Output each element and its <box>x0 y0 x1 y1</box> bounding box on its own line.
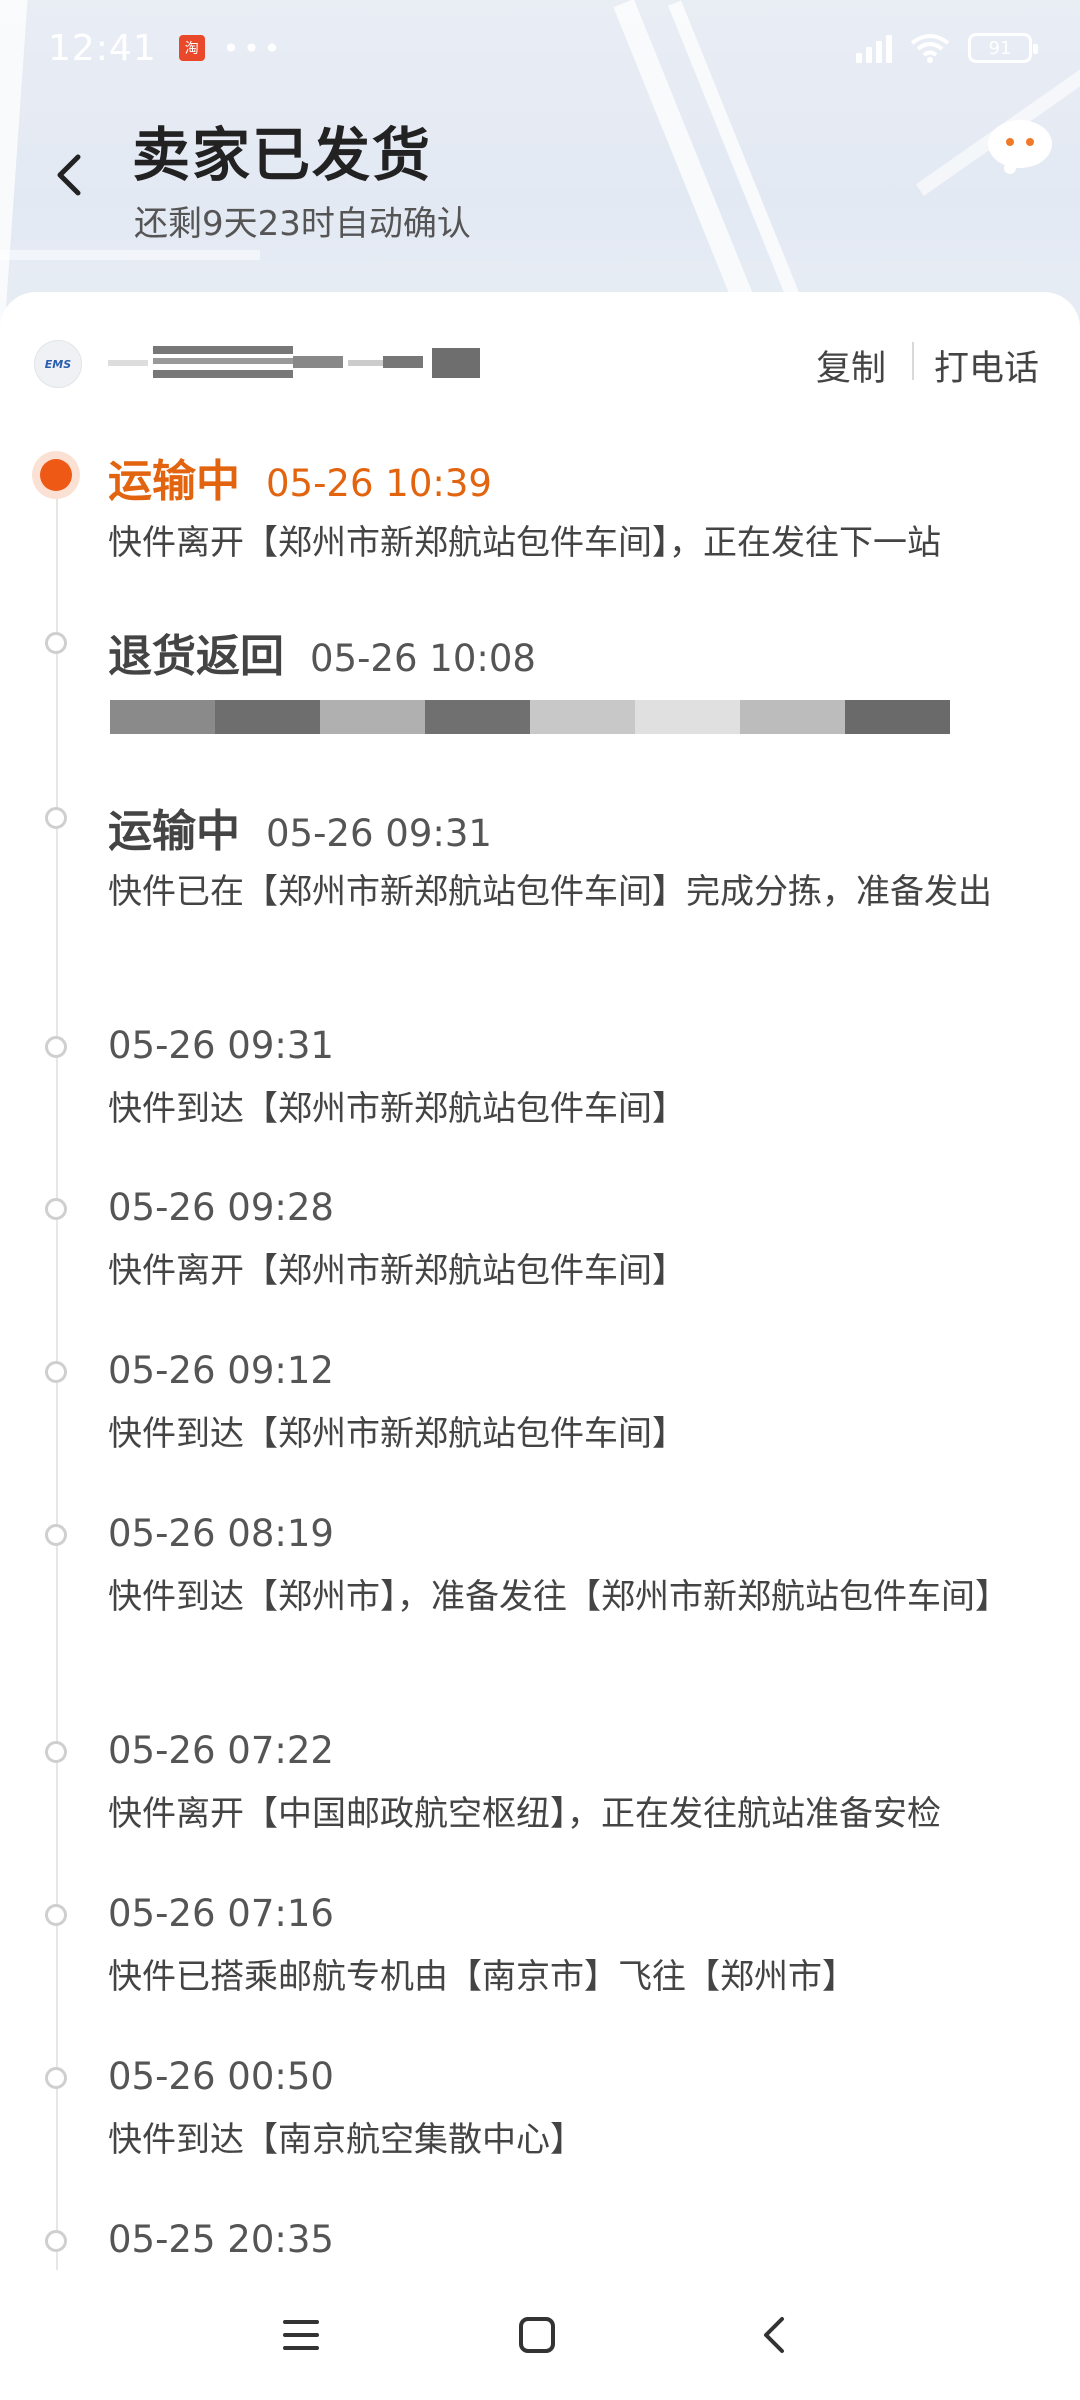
timeline-dot <box>45 1524 67 1546</box>
timeline-dot <box>45 1036 67 1058</box>
home-square-icon <box>519 2317 555 2353</box>
event-time: 05-26 09:31 <box>108 1024 334 1067</box>
back-arrow-icon <box>764 2317 784 2353</box>
event-description: 快件到达【郑州市新郑航站包件车间】 <box>108 1089 686 1129</box>
event-description: 快件离开【郑州市新郑航站包件车间】，正在发往下一站 <box>108 523 941 563</box>
timeline-dot <box>45 1198 67 1220</box>
event-description: 快件到达【南京航空集散中心】 <box>108 2120 584 2160</box>
timeline-dot <box>45 1904 67 1926</box>
home-button[interactable] <box>502 2300 572 2370</box>
recent-apps-button[interactable] <box>266 2300 336 2370</box>
event-description: 快件已搭乘邮航专机由【南京市】飞往【郑州市】 <box>108 1957 856 1997</box>
event-status: 退货返回 <box>108 631 284 682</box>
event-description: 快件到达【郑州市】，准备发往【郑州市新郑航站包件车间】 <box>108 1577 1009 1617</box>
timeline-dot <box>45 807 67 829</box>
event-time: 05-25 20:35 <box>108 2218 334 2261</box>
timeline-dot <box>45 1741 67 1763</box>
event-time: 05-26 09:28 <box>108 1186 334 1229</box>
event-time: 05-26 08:19 <box>108 1512 334 1555</box>
system-back-button[interactable] <box>738 2300 808 2370</box>
tracking-timeline: 运输中 05-26 10:39 快件离开【郑州市新郑航站包件车间】，正在发往下一… <box>0 0 1080 2400</box>
event-time: 05-26 00:50 <box>108 2055 334 2098</box>
event-description: 快件离开【郑州市新郑航站包件车间】 <box>108 1251 686 1291</box>
event-time: 05-26 07:22 <box>108 1729 334 1772</box>
timeline-dot-active <box>40 459 72 491</box>
system-navigation-bar <box>0 2270 1080 2400</box>
event-time: 05-26 07:16 <box>108 1892 334 1935</box>
event-time: 05-26 10:39 <box>266 462 492 505</box>
timeline-dot <box>45 2230 67 2252</box>
menu-icon <box>283 2320 319 2350</box>
timeline-dot <box>45 2067 67 2089</box>
timeline-dot <box>45 1361 67 1383</box>
event-time: 05-26 10:08 <box>310 637 536 680</box>
event-status: 运输中 <box>108 456 240 507</box>
event-description: 快件已在【郑州市新郑航站包件车间】完成分拣，准备发出 <box>108 872 992 912</box>
event-description-redacted <box>110 700 960 734</box>
event-time: 05-26 09:12 <box>108 1349 334 1392</box>
event-status: 运输中 <box>108 806 240 857</box>
timeline-dot <box>45 632 67 654</box>
event-time: 05-26 09:31 <box>266 812 492 855</box>
event-description: 快件到达【郑州市新郑航站包件车间】 <box>108 1414 686 1454</box>
event-description: 快件离开【中国邮政航空枢纽】，正在发往航站准备安检 <box>108 1794 941 1834</box>
